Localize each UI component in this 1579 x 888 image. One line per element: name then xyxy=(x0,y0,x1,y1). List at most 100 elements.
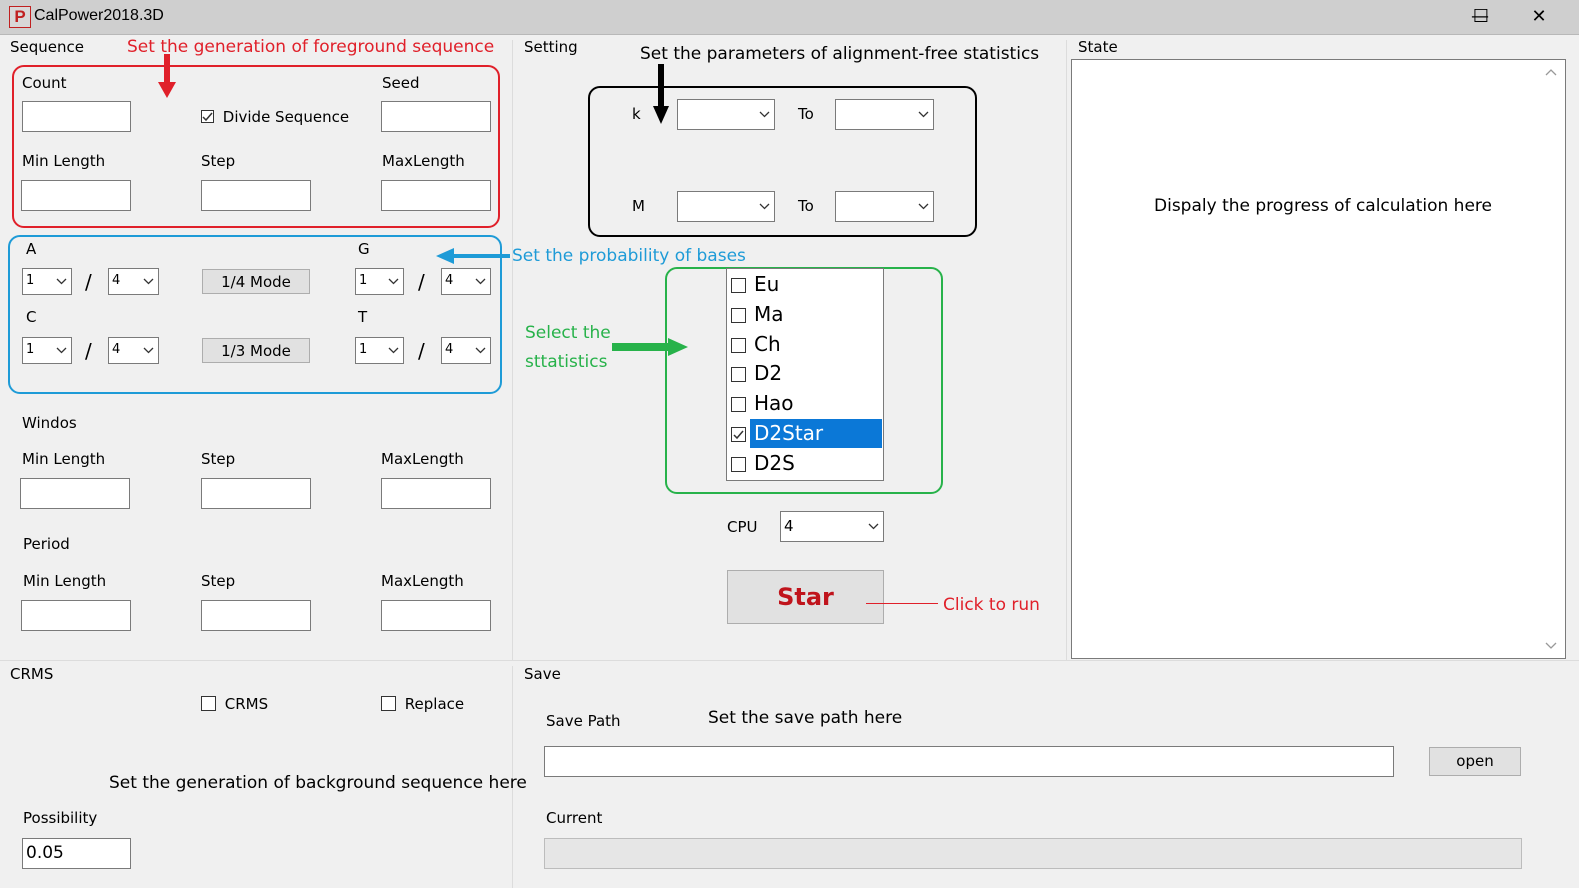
annotation-progress: Dispaly the progress of calculation here xyxy=(1154,196,1492,216)
statistic-item-d2s[interactable]: D2S xyxy=(728,449,882,478)
period-min-length-input[interactable] xyxy=(21,600,131,631)
open-button[interactable]: open xyxy=(1429,747,1521,776)
divider-vertical-right xyxy=(1066,40,1067,660)
annotation-select-line2: sttatistics xyxy=(525,352,608,372)
m-to-label: To xyxy=(798,197,814,215)
max-length-label: MaxLength xyxy=(382,152,465,170)
save-path-label: Save Path xyxy=(546,712,621,730)
base-a-label: A xyxy=(26,240,37,258)
state-output-area[interactable] xyxy=(1071,59,1566,659)
checkbox-icon[interactable] xyxy=(731,367,746,383)
chevron-down-icon xyxy=(388,269,399,294)
replace-checkbox[interactable]: Replace xyxy=(381,694,464,713)
count-input[interactable] xyxy=(22,101,131,132)
current-progress-bar xyxy=(544,838,1522,869)
scroll-down-icon[interactable] xyxy=(1545,642,1557,650)
replace-checkbox-label: Replace xyxy=(404,695,465,713)
windows-max-length-input[interactable] xyxy=(381,478,491,509)
checkbox-icon xyxy=(381,696,396,711)
statistic-item-ch[interactable]: Ch xyxy=(728,330,882,359)
base-g-denominator-select[interactable]: 4 xyxy=(441,268,491,295)
k-from-select[interactable] xyxy=(677,99,775,130)
window-title: CalPower2018.3D xyxy=(34,7,164,24)
base-c-numerator-select[interactable]: 1 xyxy=(22,337,72,364)
statistic-label: D2Star xyxy=(750,419,882,448)
current-label: Current xyxy=(546,809,603,827)
period-step-label: Step xyxy=(201,572,236,590)
run-button[interactable]: Star xyxy=(727,570,884,624)
windows-step-input[interactable] xyxy=(201,478,311,509)
statistic-label: Ma xyxy=(754,301,784,326)
maximize-button[interactable]: ☐ xyxy=(1452,0,1510,34)
divider-vertical-left xyxy=(512,40,513,660)
cpu-select[interactable]: 4 xyxy=(780,511,884,542)
seed-input[interactable] xyxy=(381,101,491,132)
chevron-down-icon xyxy=(918,192,929,221)
checkbox-icon[interactable] xyxy=(731,307,746,323)
k-to-select[interactable] xyxy=(835,99,934,130)
annotation-select-line1: Select the xyxy=(525,323,611,343)
base-a-numerator-select[interactable]: 1 xyxy=(22,268,72,295)
base-c-slash: / xyxy=(85,339,92,363)
statistic-item-d2star[interactable]: D2Star xyxy=(728,419,882,448)
chevron-down-icon xyxy=(759,100,770,129)
statistics-checklist[interactable]: Eu Ma Ch D2 Hao D2Star D2S xyxy=(726,268,884,481)
possibility-input[interactable]: 0.05 xyxy=(22,838,131,869)
checkbox-icon[interactable] xyxy=(731,278,746,293)
checkbox-icon[interactable] xyxy=(731,397,746,413)
statistic-label: Ch xyxy=(754,331,781,356)
possibility-label: Possibility xyxy=(23,809,98,827)
chevron-down-icon xyxy=(56,269,67,294)
base-a-denominator-select[interactable]: 4 xyxy=(108,268,159,295)
chevron-down-icon xyxy=(918,100,929,129)
statistic-item-ma[interactable]: Ma xyxy=(728,300,882,329)
max-length-input[interactable] xyxy=(381,180,491,211)
base-g-numerator-select[interactable]: 1 xyxy=(355,268,404,295)
checkbox-icon[interactable] xyxy=(731,337,746,353)
base-t-numerator-value: 1 xyxy=(359,342,368,357)
close-button[interactable]: ✕ xyxy=(1510,0,1568,34)
base-c-numerator-value: 1 xyxy=(26,342,35,357)
scroll-up-icon[interactable] xyxy=(1545,68,1557,76)
checkbox-checked-icon[interactable] xyxy=(731,427,746,442)
period-step-input[interactable] xyxy=(201,600,311,631)
chevron-down-icon xyxy=(868,512,879,541)
base-g-slash: / xyxy=(418,270,425,294)
base-g-numerator-value: 1 xyxy=(359,273,368,288)
m-label: M xyxy=(632,197,645,215)
windows-max-length-label: MaxLength xyxy=(381,450,464,468)
divide-sequence-checkbox[interactable]: Divide Sequence xyxy=(201,108,349,126)
min-length-input[interactable] xyxy=(21,180,131,211)
crms-checkbox[interactable]: CRMS xyxy=(201,694,268,713)
statistic-item-d2[interactable]: D2 xyxy=(728,359,882,388)
cpu-label: CPU xyxy=(727,518,758,536)
m-to-select[interactable] xyxy=(835,191,934,222)
title-bar xyxy=(0,0,1579,35)
period-min-length-label: Min Length xyxy=(23,572,107,590)
crms-group-label: CRMS xyxy=(10,665,54,683)
base-t-denominator-select[interactable]: 4 xyxy=(441,337,491,364)
statistic-label: D2S xyxy=(754,450,795,475)
base-a-denominator-value: 4 xyxy=(112,273,121,288)
windows-min-length-input[interactable] xyxy=(20,478,130,509)
statistic-item-hao[interactable]: Hao xyxy=(728,389,882,418)
base-t-label: T xyxy=(358,308,368,326)
step-input[interactable] xyxy=(201,180,311,211)
third-mode-button[interactable]: 1/3 Mode xyxy=(202,338,310,363)
base-g-denominator-value: 4 xyxy=(445,273,454,288)
checkbox-icon[interactable] xyxy=(731,456,746,472)
quarter-mode-button[interactable]: 1/4 Mode xyxy=(202,269,310,294)
chevron-down-icon xyxy=(475,269,486,294)
base-c-denominator-value: 4 xyxy=(112,342,121,357)
base-c-denominator-select[interactable]: 4 xyxy=(108,337,159,364)
chevron-down-icon xyxy=(759,192,770,221)
m-from-select[interactable] xyxy=(677,191,775,222)
annotation-click-run: Click to run xyxy=(943,595,1040,615)
windows-group-label: Windos xyxy=(22,414,77,432)
period-max-length-input[interactable] xyxy=(381,600,491,631)
statistic-item-eu[interactable]: Eu xyxy=(728,270,882,299)
annotation-bases: Set the probability of bases xyxy=(512,246,746,266)
save-path-input[interactable] xyxy=(544,746,1394,777)
base-t-numerator-select[interactable]: 1 xyxy=(355,337,404,364)
annotation-foreground: Set the generation of foreground sequenc… xyxy=(127,37,495,57)
